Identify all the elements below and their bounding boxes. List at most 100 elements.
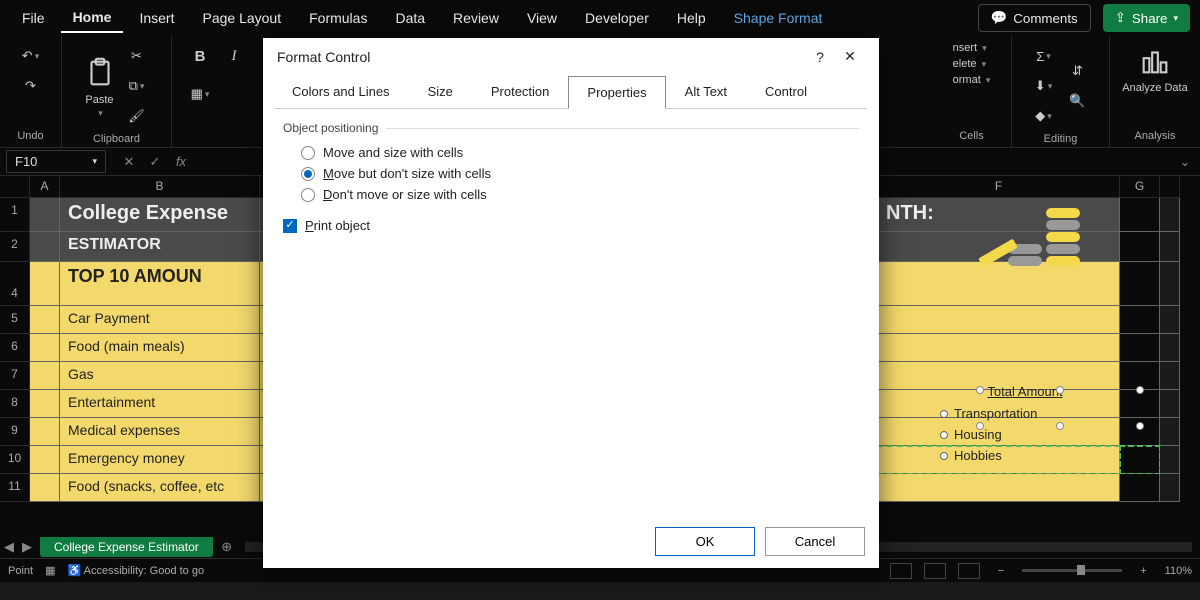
tab-control[interactable]: Control: [746, 75, 826, 108]
zoom-level[interactable]: 110%: [1165, 565, 1192, 577]
dialog-close-button[interactable]: ✕: [835, 48, 865, 65]
cancel-button[interactable]: Cancel: [765, 527, 865, 556]
undo-button[interactable]: ↶▾: [17, 42, 45, 70]
cell-b1[interactable]: College Expense: [60, 198, 260, 232]
object-positioning-label: Object positioning: [283, 121, 859, 135]
cell-b2[interactable]: ESTIMATOR: [60, 232, 260, 262]
select-all-corner[interactable]: [0, 176, 30, 198]
menu-page-layout[interactable]: Page Layout: [190, 4, 293, 32]
name-box[interactable]: F10 ▾: [6, 150, 106, 173]
tab-alt-text[interactable]: Alt Text: [666, 75, 746, 108]
cell-b9[interactable]: Medical expenses: [60, 418, 260, 446]
clear-button[interactable]: ◆▾: [1030, 102, 1058, 130]
autosum-button[interactable]: Σ▾: [1030, 42, 1058, 70]
cell-b5[interactable]: Car Payment: [60, 306, 260, 334]
tab-properties[interactable]: Properties: [568, 76, 665, 109]
menu-bar: File Home Insert Page Layout Formulas Da…: [0, 0, 1200, 36]
radio-move-no-size[interactable]: Move but don't size with cells: [301, 166, 859, 181]
row-header-4[interactable]: 4: [0, 262, 30, 306]
menu-data[interactable]: Data: [383, 4, 437, 32]
col-header-f[interactable]: F: [878, 176, 1120, 198]
name-box-value: F10: [15, 154, 37, 169]
new-sheet-button[interactable]: ⊕: [217, 539, 237, 555]
col-header-b[interactable]: B: [60, 176, 260, 198]
analyze-data-button[interactable]: Analyze Data: [1122, 42, 1187, 94]
legend-item-hobbies[interactable]: Hobbies: [940, 445, 1110, 466]
macro-recorder-icon[interactable]: ▦: [45, 564, 55, 577]
bold-button[interactable]: B: [186, 42, 214, 70]
selection-handles[interactable]: [980, 390, 1140, 426]
formula-expand-button[interactable]: ⌄: [1170, 154, 1200, 170]
menu-view[interactable]: View: [515, 4, 569, 32]
menu-developer[interactable]: Developer: [573, 4, 661, 32]
menu-review[interactable]: Review: [441, 4, 511, 32]
sort-filter-button[interactable]: ⇵: [1064, 57, 1092, 85]
fill-button[interactable]: ⬇▾: [1030, 72, 1058, 100]
menu-file[interactable]: File: [10, 4, 57, 32]
format-painter-button[interactable]: 🖌: [123, 102, 151, 130]
zoom-out-button[interactable]: −: [992, 565, 1010, 577]
find-select-button[interactable]: 🔍: [1064, 87, 1092, 115]
ok-button[interactable]: OK: [655, 527, 755, 556]
tab-nav-prev[interactable]: ◀: [0, 539, 18, 555]
dialog-help-button[interactable]: ?: [805, 49, 835, 65]
radio-icon: [301, 167, 315, 181]
delete-cells-button[interactable]: elete ▾: [953, 58, 991, 70]
row-header-8[interactable]: 8: [0, 390, 30, 418]
tab-protection[interactable]: Protection: [472, 75, 569, 108]
row-header-9[interactable]: 9: [0, 418, 30, 446]
view-normal-button[interactable]: [890, 563, 912, 579]
row-header-11[interactable]: 11: [0, 474, 30, 502]
dialog-titlebar[interactable]: Format Control ? ✕: [263, 38, 879, 75]
cell-b8[interactable]: Entertainment: [60, 390, 260, 418]
row-header-5[interactable]: 5: [0, 306, 30, 334]
row-header-10[interactable]: 10: [0, 446, 30, 474]
checkbox-print-object[interactable]: Print object: [283, 218, 859, 233]
insert-cells-button[interactable]: nsert ▾: [953, 42, 991, 54]
row-header-1[interactable]: 1: [0, 198, 30, 232]
fx-button[interactable]: fx: [170, 154, 192, 170]
menu-home[interactable]: Home: [61, 3, 124, 33]
tab-nav-next[interactable]: ▶: [18, 539, 36, 555]
radio-dont-move[interactable]: Don't move or size with cells: [301, 187, 859, 202]
cell-b6[interactable]: Food (main meals): [60, 334, 260, 362]
sheet-tab-active[interactable]: College Expense Estimator: [40, 537, 213, 557]
radio-move-and-size[interactable]: Move and size with cells: [301, 145, 859, 160]
copy-button[interactable]: ⧉▾: [123, 72, 151, 100]
cell-b11[interactable]: Food (snacks, coffee, etc: [60, 474, 260, 502]
ribbon-group-editing: Editing: [1044, 130, 1078, 148]
tab-size[interactable]: Size: [409, 75, 472, 108]
accessibility-status[interactable]: ♿ Accessibility: Good to go: [67, 564, 204, 577]
cell-b4[interactable]: TOP 10 AMOUN: [60, 262, 260, 306]
view-page-break-button[interactable]: [958, 563, 980, 579]
zoom-in-button[interactable]: +: [1134, 565, 1152, 577]
cell-b7[interactable]: Gas: [60, 362, 260, 390]
paste-button[interactable]: Paste ▾: [83, 54, 117, 119]
view-page-layout-button[interactable]: [924, 563, 946, 579]
radio-icon: [301, 188, 315, 202]
row-header-6[interactable]: 6: [0, 334, 30, 362]
redo-button[interactable]: ↷: [17, 72, 45, 100]
row-header-2[interactable]: 2: [0, 232, 30, 262]
menu-help[interactable]: Help: [665, 4, 718, 32]
cell-b10[interactable]: Emergency money: [60, 446, 260, 474]
menu-shape-format[interactable]: Shape Format: [722, 4, 835, 32]
menu-insert[interactable]: Insert: [127, 4, 186, 32]
share-button[interactable]: ⇪ Share ▾: [1103, 4, 1190, 32]
enter-formula-button[interactable]: ✓: [144, 154, 166, 170]
zoom-slider[interactable]: [1022, 569, 1122, 572]
italic-button[interactable]: I: [220, 42, 248, 70]
format-cells-button[interactable]: ormat ▾: [953, 74, 991, 86]
ribbon-group-cells: Cells: [959, 127, 983, 145]
tab-colors-lines[interactable]: Colors and Lines: [273, 75, 409, 108]
menu-formulas[interactable]: Formulas: [297, 4, 379, 32]
cut-button[interactable]: ✂: [123, 42, 151, 70]
row-header-7[interactable]: 7: [0, 362, 30, 390]
col-header-g[interactable]: G: [1120, 176, 1160, 198]
legend-item-housing[interactable]: Housing: [940, 424, 1110, 445]
cell-f1[interactable]: NTH:: [878, 198, 1120, 232]
border-button[interactable]: ▦▾: [186, 80, 214, 108]
cancel-formula-button[interactable]: ✕: [118, 154, 140, 170]
comments-button[interactable]: 💬 Comments: [978, 4, 1091, 32]
col-header-a[interactable]: A: [30, 176, 60, 198]
